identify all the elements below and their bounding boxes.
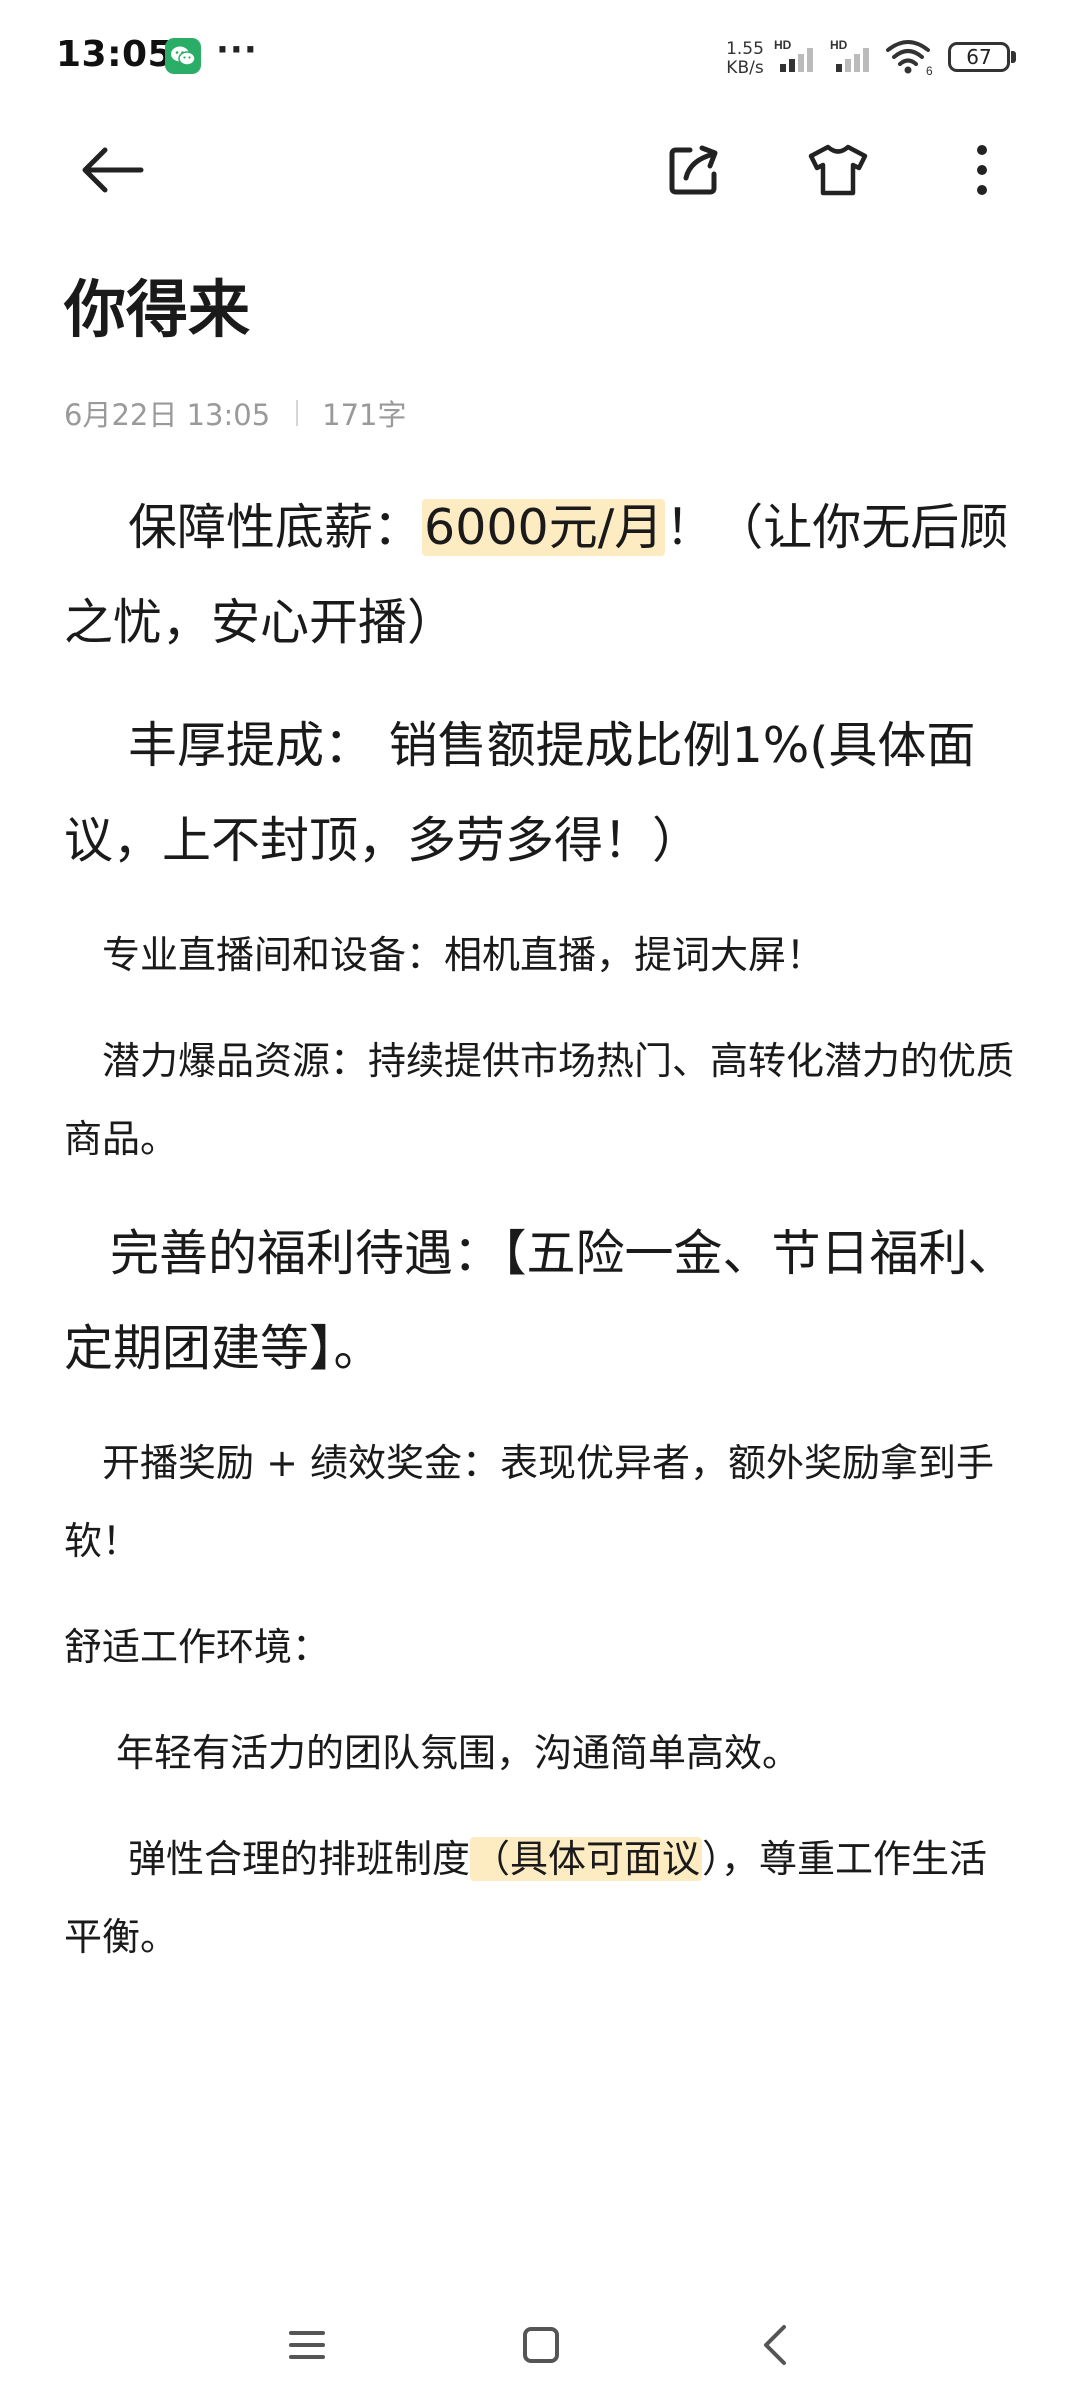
note-meta: 6月22日 13:05 171字	[64, 392, 407, 434]
arrow-left-icon	[82, 147, 144, 193]
theme-button[interactable]	[798, 130, 878, 210]
signal-hd-label-2: HD	[830, 38, 848, 52]
more-vertical-icon	[977, 145, 987, 195]
note-body[interactable]: 保障性底薪：6000元/月！（让你无后顾之忧，安心开播） 丰厚提成： 销售额提成…	[64, 480, 1024, 2004]
back-button[interactable]	[72, 130, 152, 210]
chevron-left-icon	[764, 2325, 786, 2365]
note-paragraph: 完善的福利待遇：【五险一金、节日福利、定期团建等】。	[64, 1225, 1017, 1377]
battery-icon: 67	[948, 42, 1010, 72]
note-paragraph: 年轻有活力的团队氛围，沟通简单高效。	[116, 1731, 801, 1775]
note-paragraph: 舒适工作环境：	[64, 1625, 331, 1669]
nav-home-button[interactable]	[496, 2300, 586, 2390]
wifi-label: 6	[926, 64, 933, 76]
signal-hd-label: HD	[774, 38, 792, 52]
nav-recents-button[interactable]	[262, 2300, 352, 2390]
highlighted-text: （具体可面议	[470, 1837, 703, 1881]
wifi-icon: 6	[886, 40, 933, 76]
note-paragraph: 潜力爆品资源：持续提供市场热门、高转化潜力的优质商品。	[64, 1039, 1015, 1161]
share-external-icon	[669, 145, 718, 195]
more-options-button[interactable]	[942, 130, 1022, 210]
highlighted-text: 6000元/月	[422, 499, 666, 556]
network-speed: 1.55 KB/s	[724, 40, 766, 78]
wechat-notification-icon	[165, 38, 201, 74]
network-speed-unit: KB/s	[726, 58, 764, 78]
note-title[interactable]: 你得来	[64, 270, 250, 350]
menu-lines-icon	[289, 2331, 325, 2359]
meta-divider	[296, 400, 299, 426]
cell-signal-icon-2: HD	[830, 38, 869, 72]
more-notifications-icon: ···	[216, 30, 258, 70]
note-paragraph: 开播奖励 + 绩效奖金：表现优异者，额外奖励拿到手软！	[64, 1441, 995, 1563]
nav-back-button[interactable]	[730, 2300, 820, 2390]
network-speed-value: 1.55	[726, 39, 764, 59]
tshirt-icon	[808, 144, 868, 196]
system-navigation-bar	[0, 2300, 1080, 2400]
battery-tip	[1011, 51, 1016, 63]
paragraph-text: 弹性合理的排班制度	[128, 1837, 471, 1881]
paragraph-text: 保障性底薪：	[128, 499, 423, 556]
square-home-icon	[523, 2327, 559, 2363]
share-button[interactable]	[654, 130, 734, 210]
battery-level: 67	[966, 45, 992, 69]
note-paragraph: 专业直播间和设备：相机直播，提词大屏！	[102, 933, 825, 977]
note-word-count: 171字	[322, 398, 407, 432]
note-paragraph: 丰厚提成： 销售额提成比例1%(具体面议，上不封顶，多劳多得！）	[64, 717, 976, 869]
note-paragraph: 保障性底薪：6000元/月！（让你无后顾之忧，安心开播）	[64, 480, 1024, 670]
status-time: 13:05	[56, 34, 174, 75]
note-date: 6月22日 13:05	[64, 398, 271, 432]
status-bar: 13:05 ··· 1.55 KB/s HD HD 6 67	[0, 0, 1080, 120]
note-paragraph: 弹性合理的排班制度（具体可面议），尊重工作生活平衡。	[64, 1820, 1024, 1976]
cell-signal-icon: HD	[774, 38, 813, 72]
